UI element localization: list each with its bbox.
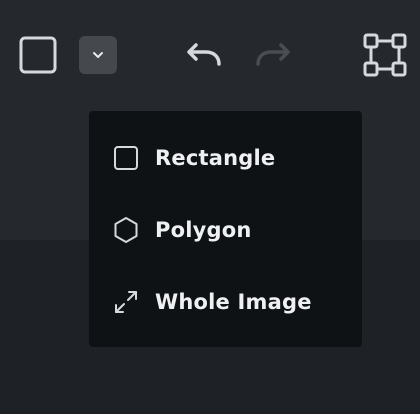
bounding-box-icon (363, 33, 407, 77)
redo-button[interactable] (252, 34, 298, 76)
rectangle-shape-button[interactable] (17, 35, 59, 75)
hexagon-icon (111, 215, 141, 245)
menu-item-label: Rectangle (155, 146, 276, 170)
shape-type-menu: Rectangle Polygon Whole Image (89, 111, 362, 347)
expand-arrows-icon (111, 287, 141, 317)
undo-icon (187, 43, 221, 66)
redo-icon (256, 43, 290, 66)
undo-button[interactable] (179, 34, 225, 76)
chevron-down-icon (93, 52, 103, 58)
square-icon (111, 143, 141, 173)
square-icon (19, 36, 57, 74)
menu-item-label: Polygon (155, 218, 252, 242)
bounding-box-tool-button[interactable] (362, 32, 408, 78)
menu-item-whole-image[interactable]: Whole Image (89, 276, 362, 328)
menu-item-label: Whole Image (155, 290, 312, 314)
menu-item-rectangle[interactable]: Rectangle (89, 132, 362, 184)
menu-item-polygon[interactable]: Polygon (89, 204, 362, 256)
shape-dropdown-button[interactable] (79, 36, 117, 74)
